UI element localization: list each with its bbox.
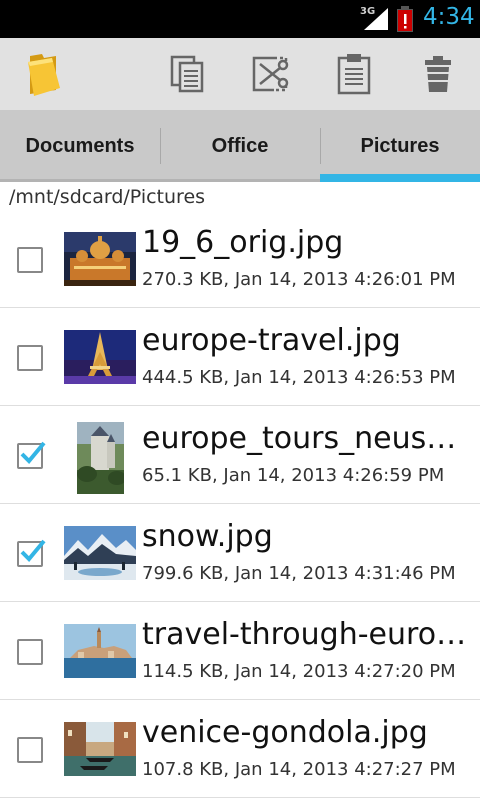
checkmark-icon [20,441,46,464]
action-toolbar [0,38,480,110]
selected-tab-indicator [320,174,480,182]
tab-label: Pictures [360,134,440,157]
file-details: 107.8 KB, Jan 14, 2013 4:27:27 PM [142,759,456,780]
item-checkbox[interactable] [17,737,43,763]
copy-icon[interactable] [163,50,211,98]
folder-icon[interactable] [20,50,68,98]
trash-icon[interactable] [414,50,462,98]
item-checkbox[interactable] [17,539,46,567]
status-bar: 3G 4:34 [0,0,480,38]
tab-office[interactable]: Office [160,110,320,182]
file-name: 19_6_orig.jpg [142,225,344,260]
file-details: 65.1 KB, Jan 14, 2013 4:26:59 PM [142,465,445,486]
tab-pictures[interactable]: Pictures [320,110,480,182]
file-details: 799.6 KB, Jan 14, 2013 4:31:46 PM [142,563,456,584]
snow-thumbnail [64,526,136,580]
current-path: /mnt/sdcard/Pictures [9,186,206,208]
cut-icon[interactable] [246,50,294,98]
item-checkbox[interactable] [17,247,43,273]
file-name: travel-through-europe.jpg [142,617,472,652]
tab-label: Documents [25,134,135,157]
tab-bar: Documents Office Pictures [0,110,480,182]
item-checkbox[interactable] [17,441,46,469]
list-item[interactable]: venice-gondola.jpg 107.8 KB, Jan 14, 201… [0,700,480,798]
tab-underline [0,179,320,182]
network-type: 3G [360,6,376,17]
list-item[interactable]: snow.jpg 799.6 KB, Jan 14, 2013 4:31:46 … [0,504,480,602]
file-details: 444.5 KB, Jan 14, 2013 4:26:53 PM [142,367,456,388]
eiffel-tower-thumbnail [64,330,136,384]
tab-documents[interactable]: Documents [0,110,160,182]
item-checkbox[interactable] [17,345,43,371]
file-name: venice-gondola.jpg [142,715,428,750]
item-checkbox[interactable] [17,639,43,665]
castle-thumbnail [77,422,124,494]
file-list[interactable]: 19_6_orig.jpg 270.3 KB, Jan 14, 2013 4:2… [0,210,480,798]
clock: 4:34 [423,4,475,30]
list-item[interactable]: europe_tours_neuschwanstein.jpg 65.1 KB,… [0,406,480,504]
file-details: 270.3 KB, Jan 14, 2013 4:26:01 PM [142,269,456,290]
coastal-town-thumbnail [64,624,136,678]
venice-canal-thumbnail [64,722,136,776]
paste-icon[interactable] [330,50,378,98]
file-details: 114.5 KB, Jan 14, 2013 4:27:20 PM [142,661,456,682]
battery-icon [397,6,413,32]
tab-label: Office [211,134,269,157]
file-name: europe_tours_neuschwanstein.jpg [142,421,472,456]
cathedral-thumbnail [64,232,136,286]
file-name: snow.jpg [142,519,273,554]
checkmark-icon [20,539,46,562]
list-item[interactable]: 19_6_orig.jpg 270.3 KB, Jan 14, 2013 4:2… [0,210,480,308]
file-name: europe-travel.jpg [142,323,401,358]
list-item[interactable]: travel-through-europe.jpg 114.5 KB, Jan … [0,602,480,700]
list-item[interactable]: europe-travel.jpg 444.5 KB, Jan 14, 2013… [0,308,480,406]
